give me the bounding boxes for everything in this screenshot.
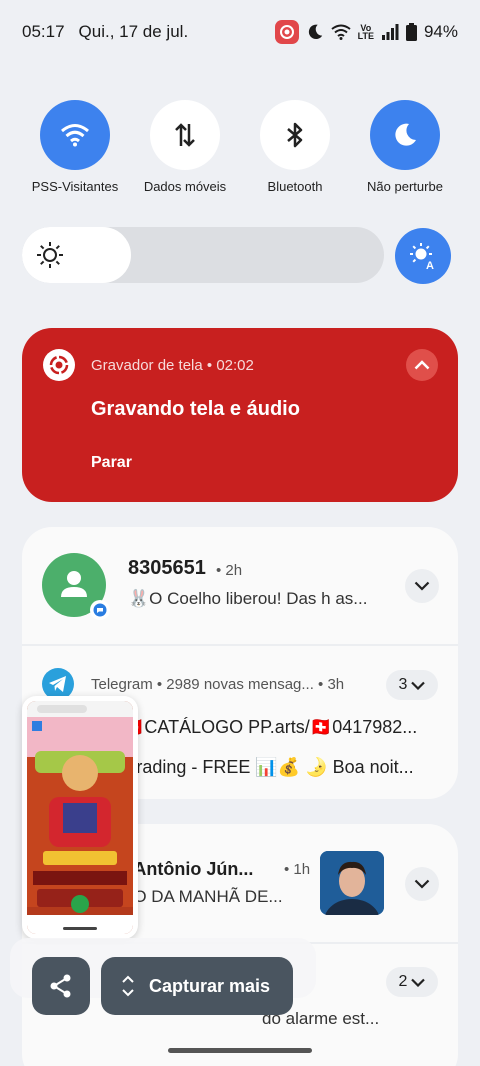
screenshot-preview (27, 701, 133, 934)
notification-title: r Antônio Jún... (122, 859, 254, 879)
battery-icon (405, 23, 417, 41)
qs-tile-bluetooth[interactable]: Bluetooth (240, 100, 350, 194)
telegram-count: 3 (398, 676, 408, 693)
notification-text: 🐰O Coelho liberou! Das h as... (128, 589, 368, 608)
volte-icon: Vo LTE (357, 24, 374, 41)
status-icons: Vo LTE 94% (274, 20, 458, 44)
qs-label-wifi: PSS-Visitantes (31, 179, 119, 194)
moon-icon[interactable] (370, 100, 440, 170)
notification-title: 8305651 (128, 557, 206, 579)
notification-time: • 1h (284, 861, 311, 878)
qs-tile-dnd[interactable]: Não perturbe (350, 100, 460, 194)
telegram-message-2: iTrading - FREE 📊💰 🌛 Boa noit... (122, 757, 414, 777)
status-bar: 05:17 Qui., 17 de jul. Vo LTE 94% (0, 0, 480, 64)
notification-text: ÃO DA MANHÃ DE... (122, 887, 283, 906)
wifi-status-icon (331, 24, 351, 40)
screen-recorder-notification[interactable]: Gravador de tela • 02:02 Gravando tela e… (22, 328, 458, 502)
telegram-header: Telegram • 2989 novas mensag... • 3h (91, 676, 345, 693)
auto-brightness-button[interactable]: A (395, 228, 451, 284)
capture-more-label: Capturar mais (149, 975, 271, 996)
qs-label-dnd: Não perturbe (367, 179, 443, 194)
scroll-capture-icon (122, 975, 134, 997)
notification-time: • 2h (216, 562, 243, 579)
status-time: 05:17 (22, 22, 65, 41)
telegram-message-1: 🇨🇭CATÁLOGO PP.arts/🇨🇭0417982... (122, 717, 418, 737)
recorder-header: Gravador de tela • 02:02 (91, 357, 254, 374)
qs-label-bluetooth: Bluetooth (267, 179, 323, 194)
alarm-count: 2 (398, 973, 408, 990)
stop-recording-button[interactable]: Parar (91, 454, 132, 472)
mobile-data-icon[interactable] (150, 100, 220, 170)
volte-bottom: LTE (357, 31, 374, 41)
capture-more-button[interactable]: Capturar mais (101, 957, 293, 1015)
telegram-expand-button[interactable]: 3 (386, 670, 438, 700)
auto-brightness-icon: A (410, 243, 434, 270)
qs-tile-mobile-data[interactable]: Dados móveis (130, 100, 240, 194)
screen-recording-icon (274, 20, 299, 44)
chevron-down-icon[interactable] (405, 867, 439, 901)
sun-icon (36, 241, 64, 274)
chevron-up-icon[interactable] (406, 349, 438, 381)
status-date: Qui., 17 de jul. (78, 22, 189, 41)
divider (22, 644, 458, 646)
capture-toolbar: Capturar mais (10, 938, 316, 1015)
quick-settings: PSS-Visitantes Dados móveis Bluetooth Nã… (20, 100, 460, 194)
home-indicator[interactable] (168, 1048, 312, 1053)
wifi-icon[interactable] (40, 100, 110, 170)
svg-text:A: A (426, 260, 434, 270)
qs-tile-wifi[interactable]: PSS-Visitantes (20, 100, 130, 194)
message-badge-icon (90, 600, 110, 620)
battery-percent: 94% (423, 22, 458, 41)
signal-icon (381, 24, 399, 40)
recorder-title: Gravando tela e áudio (91, 398, 300, 420)
moon-icon (306, 23, 324, 41)
chevron-down-icon[interactable] (405, 569, 439, 603)
brightness-slider[interactable] (22, 227, 384, 283)
sender-photo (320, 851, 384, 915)
qs-label-mobile-data: Dados móveis (143, 179, 227, 194)
share-button[interactable] (32, 957, 90, 1015)
screenshot-thumbnail[interactable] (22, 696, 138, 939)
share-icon (50, 974, 71, 998)
chevron-down-icon (411, 681, 426, 690)
chevron-down-icon (411, 978, 426, 987)
alarm-expand-button[interactable]: 2 (386, 967, 438, 997)
screen-recorder-icon (43, 349, 75, 381)
bluetooth-icon[interactable] (260, 100, 330, 170)
